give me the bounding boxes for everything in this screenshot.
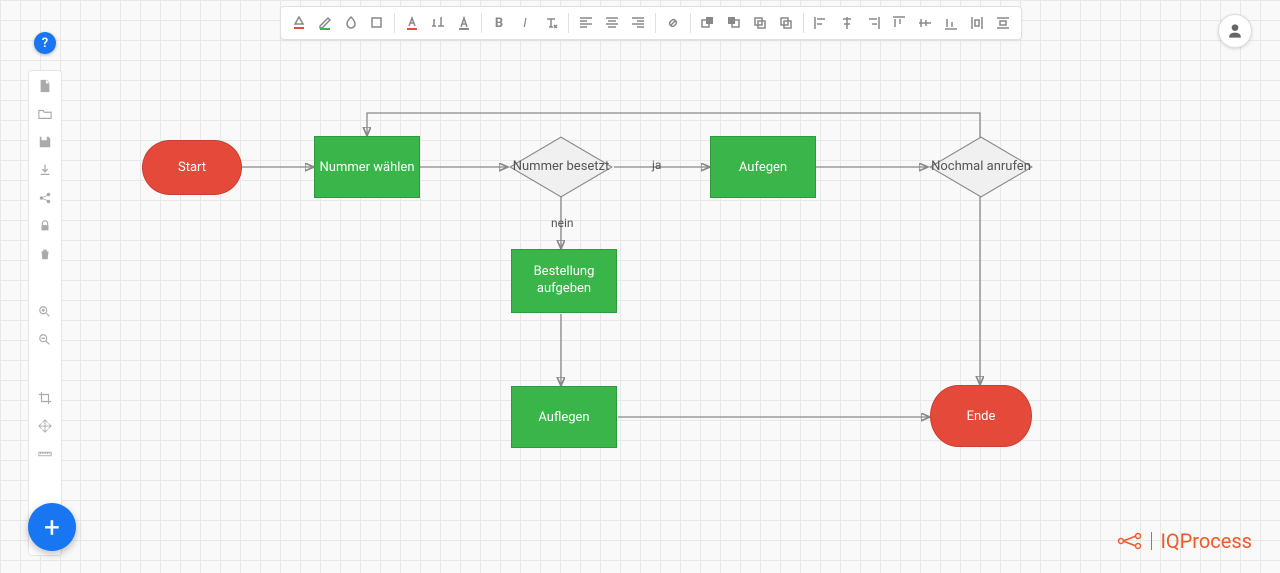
help-icon: ?	[42, 36, 48, 51]
delete-button[interactable]	[35, 245, 55, 263]
align-center-button[interactable]	[600, 11, 624, 35]
align-right-button[interactable]	[626, 11, 650, 35]
italic-button[interactable]: I	[513, 11, 537, 35]
obj-align-left-button[interactable]	[809, 11, 833, 35]
add-fab-button[interactable]: +	[28, 503, 76, 551]
zoom-in-button[interactable]	[35, 303, 55, 321]
node-place-order[interactable]: Bestellung aufgeben	[511, 249, 617, 313]
node-label: Ende	[967, 409, 996, 424]
brand-icon	[1117, 532, 1143, 550]
font-family-button[interactable]	[452, 11, 476, 35]
node-label: Nummer besetzt	[513, 159, 610, 175]
node-dial-number[interactable]: Nummer wählen	[314, 136, 420, 198]
bold-button[interactable]: B	[487, 11, 511, 35]
user-avatar-button[interactable]	[1218, 14, 1252, 48]
lock-button[interactable]	[35, 217, 55, 235]
edge-label-no: nein	[551, 216, 574, 230]
open-folder-button[interactable]	[35, 105, 55, 123]
node-number-busy[interactable]: Nummer besetzt	[508, 135, 614, 199]
opacity-button[interactable]	[339, 11, 363, 35]
edges-layer	[0, 0, 1280, 573]
save-button[interactable]	[35, 133, 55, 151]
font-size-button[interactable]	[426, 11, 450, 35]
bring-forward-button[interactable]	[748, 11, 772, 35]
canvas[interactable]: Start Nummer wählen Nummer besetzt Aufeg…	[0, 0, 1280, 573]
crop-button[interactable]	[35, 389, 55, 407]
obj-align-center-h-button[interactable]	[835, 11, 859, 35]
brand-logo: IQProcess	[1117, 529, 1252, 553]
export-button[interactable]	[35, 161, 55, 179]
new-file-button[interactable]	[35, 77, 55, 95]
obj-align-middle-button[interactable]	[913, 11, 937, 35]
node-hang-up-2[interactable]: Auflegen	[511, 386, 617, 448]
send-back-button[interactable]	[722, 11, 746, 35]
user-icon	[1225, 21, 1245, 41]
edge-label-yes: ja	[652, 158, 661, 172]
pan-button[interactable]	[35, 417, 55, 435]
obj-align-bottom-button[interactable]	[939, 11, 963, 35]
font-color-button[interactable]	[400, 11, 424, 35]
node-label: Nochmal anrufen	[931, 159, 1031, 175]
node-end[interactable]: Ende	[930, 385, 1032, 447]
brand-divider	[1151, 532, 1152, 550]
distribute-h-button[interactable]	[965, 11, 989, 35]
node-label: Bestellung aufgeben	[512, 264, 616, 298]
bring-front-button[interactable]	[696, 11, 720, 35]
node-hang-up-1[interactable]: Aufegen	[710, 136, 816, 198]
node-start[interactable]: Start	[142, 140, 242, 195]
clear-format-button[interactable]	[539, 11, 563, 35]
align-left-button[interactable]	[574, 11, 598, 35]
plus-icon: +	[44, 511, 60, 544]
zoom-out-button[interactable]	[35, 331, 55, 349]
link-button[interactable]	[661, 11, 685, 35]
node-label: Auflegen	[538, 410, 589, 425]
node-label: Nummer wählen	[320, 160, 415, 175]
left-sidebar	[28, 70, 62, 556]
brand-name: IQProcess	[1160, 529, 1252, 553]
node-call-again[interactable]: Nochmal anrufen	[928, 135, 1034, 199]
ruler-button[interactable]	[35, 445, 55, 463]
share-button[interactable]	[35, 189, 55, 207]
node-label: Start	[178, 160, 206, 175]
formatting-toolbar: B I	[280, 6, 1022, 40]
distribute-v-button[interactable]	[991, 11, 1015, 35]
obj-align-right-button[interactable]	[861, 11, 885, 35]
stroke-color-button[interactable]	[313, 11, 337, 35]
fill-color-button[interactable]	[287, 11, 311, 35]
obj-align-top-button[interactable]	[887, 11, 911, 35]
help-button[interactable]: ?	[34, 32, 56, 54]
node-label: Aufegen	[739, 160, 787, 175]
shadow-button[interactable]	[365, 11, 389, 35]
send-backward-button[interactable]	[774, 11, 798, 35]
